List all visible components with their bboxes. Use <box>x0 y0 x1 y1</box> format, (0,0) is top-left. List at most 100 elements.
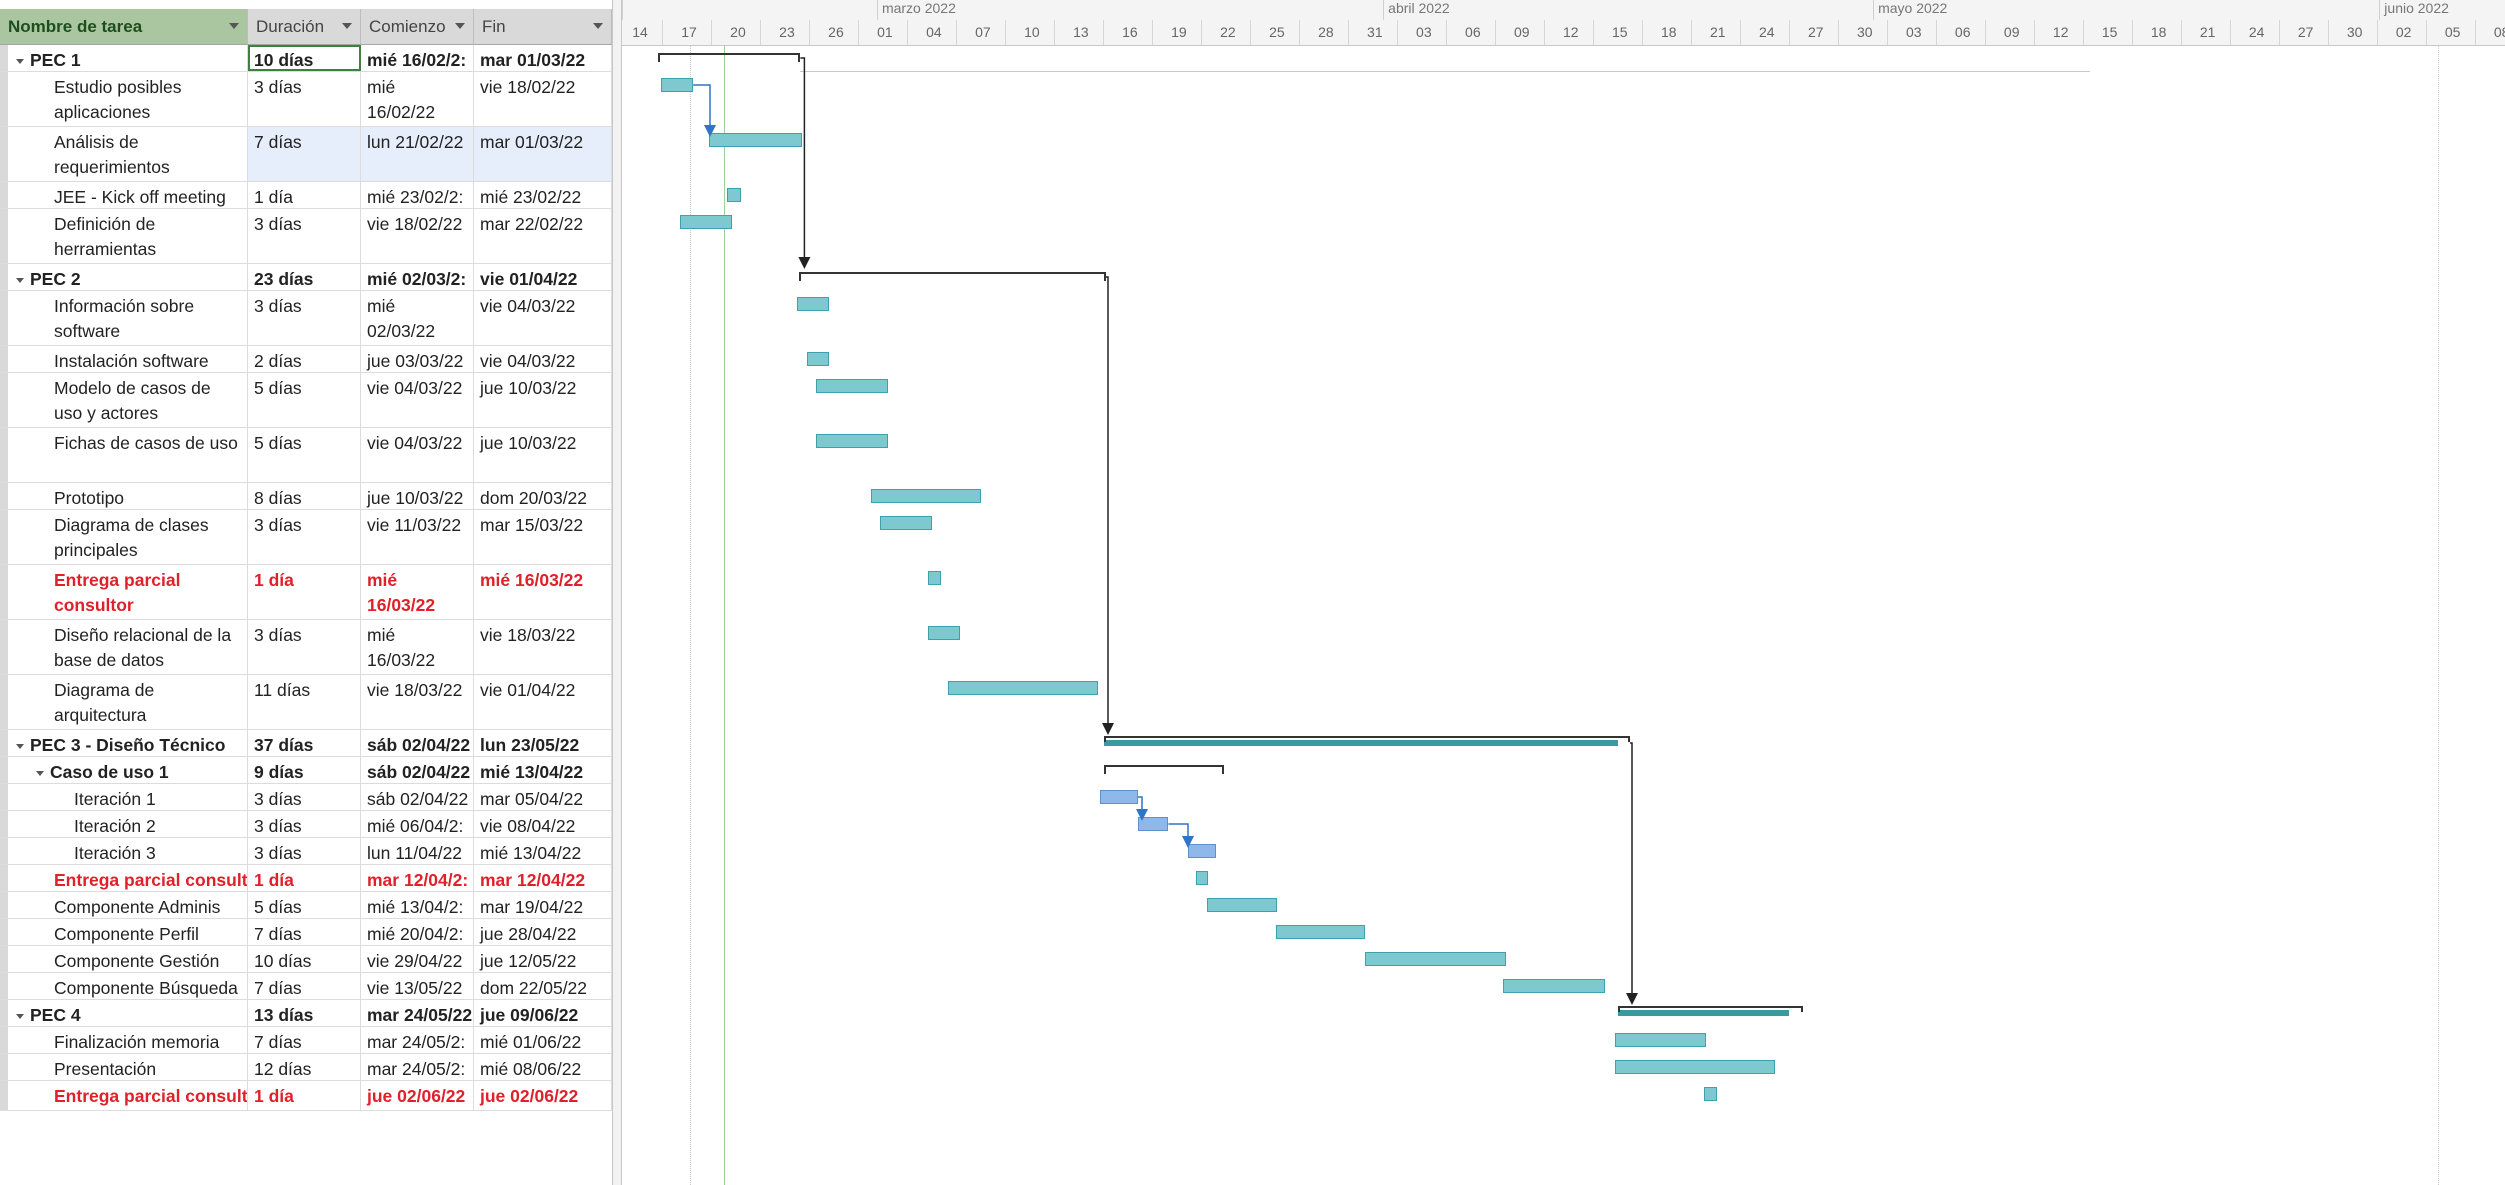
task-row[interactable]: Información sobre software 3 días mié 02/0… <box>0 291 612 346</box>
duration-cell[interactable]: 8 días <box>248 483 361 509</box>
task-name-cell[interactable]: JEE - Kick off meeting <box>8 182 248 208</box>
task-name-cell[interactable]: Modelo de casos de uso y actores <box>8 373 248 427</box>
task-name-cell[interactable]: Análisis de requerimientos <box>8 127 248 181</box>
collapse-triangle-icon[interactable] <box>36 770 44 776</box>
task-row[interactable]: Definición de herramientas 3 días vie 18/0… <box>0 209 612 264</box>
start-cell[interactable]: mié 16/03/22 <box>361 565 474 619</box>
task-name-cell[interactable]: Diseño relacional de la base de datos <box>8 620 248 674</box>
task-name-cell[interactable]: Componente Gestión <box>8 946 248 972</box>
duration-cell[interactable]: 3 días <box>248 838 361 864</box>
start-cell[interactable]: mié 13/04/2: <box>361 892 474 918</box>
duration-cell[interactable]: 9 días <box>248 757 361 783</box>
end-cell[interactable]: jue 28/04/22 <box>474 919 612 945</box>
end-cell[interactable]: vie 18/02/22 <box>474 72 612 126</box>
end-cell[interactable]: mié 08/06/22 <box>474 1054 612 1080</box>
task-row[interactable]: Fichas de casos de uso 5 días vie 04/03/22… <box>0 428 612 483</box>
row-indicator[interactable] <box>0 291 8 345</box>
task-name-cell[interactable]: Entrega parcial consult <box>8 865 248 891</box>
duration-cell[interactable]: 5 días <box>248 892 361 918</box>
duration-cell[interactable]: 10 días <box>248 45 361 71</box>
end-cell[interactable]: vie 01/04/22 <box>474 264 612 290</box>
start-cell[interactable]: mié 23/02/2: <box>361 182 474 208</box>
row-indicator[interactable] <box>0 209 8 263</box>
end-cell[interactable]: vie 04/03/22 <box>474 291 612 345</box>
task-row[interactable]: Componente Búsqueda 7 días vie 13/05/22 dom… <box>0 973 612 1000</box>
end-cell[interactable]: mié 16/03/22 <box>474 565 612 619</box>
task-row[interactable]: Diagrama de arquitectura 11 días vie 18/03… <box>0 675 612 730</box>
task-name-cell[interactable]: Presentación <box>8 1054 248 1080</box>
summary-task-row[interactable]: PEC 3 - Diseño Técnico 37 días sáb 02/04/2… <box>0 730 612 757</box>
start-cell[interactable]: sáb 02/04/22 <box>361 757 474 783</box>
start-cell[interactable]: mié 02/03/2: <box>361 264 474 290</box>
row-indicator[interactable] <box>0 72 8 126</box>
chevron-down-icon[interactable] <box>593 23 603 29</box>
summary-task-row[interactable]: PEC 2 23 días mié 02/03/2: vie 01/04/22 <box>0 264 612 291</box>
start-cell[interactable]: vie 18/03/22 <box>361 675 474 729</box>
task-name-cell[interactable]: Entrega parcial consult <box>8 1081 248 1110</box>
end-cell[interactable]: mar 22/02/22 <box>474 209 612 263</box>
task-name-cell[interactable]: Fichas de casos de uso <box>8 428 248 482</box>
end-cell[interactable]: vie 01/04/22 <box>474 675 612 729</box>
row-indicator[interactable] <box>0 1054 8 1080</box>
duration-cell[interactable]: 3 días <box>248 784 361 810</box>
task-name-cell[interactable]: Componente Búsqueda <box>8 973 248 999</box>
task-row[interactable]: Componente Perfil 7 días mié 20/04/2: jue 2… <box>0 919 612 946</box>
row-indicator[interactable] <box>0 127 8 181</box>
task-row[interactable]: Modelo de casos de uso y actores 5 días vi… <box>0 373 612 428</box>
row-indicator[interactable] <box>0 1027 8 1053</box>
task-name-cell[interactable]: Componente Adminis <box>8 892 248 918</box>
column-header-name[interactable]: Nombre de tarea <box>0 9 248 45</box>
task-name-cell[interactable]: Componente Perfil <box>8 919 248 945</box>
collapse-triangle-icon[interactable] <box>16 58 24 64</box>
duration-cell[interactable]: 23 días <box>248 264 361 290</box>
task-row[interactable]: Prototipo 8 días jue 10/03/22 dom 20/03/22 <box>0 483 612 510</box>
row-indicator[interactable] <box>0 730 8 756</box>
start-cell[interactable]: sáb 02/04/22 <box>361 784 474 810</box>
task-name-cell[interactable]: Instalación software <box>8 346 248 372</box>
start-cell[interactable]: mié 02/03/22 <box>361 291 474 345</box>
task-row[interactable]: Análisis de requerimientos 7 días lun 21/0… <box>0 127 612 182</box>
start-cell[interactable]: mar 12/04/2: <box>361 865 474 891</box>
task-name-cell[interactable]: PEC 4 <box>8 1000 248 1026</box>
task-name-cell[interactable]: Estudio posibles aplicaciones <box>8 72 248 126</box>
task-row[interactable]: Instalación software 2 días jue 03/03/22 vi… <box>0 346 612 373</box>
task-name-cell[interactable]: PEC 3 - Diseño Técnico <box>8 730 248 756</box>
task-row[interactable]: Componente Gestión 10 días vie 29/04/22 jue… <box>0 946 612 973</box>
duration-cell[interactable]: 3 días <box>248 510 361 564</box>
end-cell[interactable]: jue 09/06/22 <box>474 1000 612 1026</box>
row-indicator[interactable] <box>0 946 8 972</box>
row-indicator[interactable] <box>0 892 8 918</box>
duration-cell[interactable]: 1 día <box>248 182 361 208</box>
duration-cell[interactable]: 7 días <box>248 127 361 181</box>
milestone-row[interactable]: Entrega parcial consult 1 día mar 12/04/2:… <box>0 865 612 892</box>
start-cell[interactable]: mié 06/04/2: <box>361 811 474 837</box>
duration-cell[interactable]: 7 días <box>248 1027 361 1053</box>
row-indicator[interactable] <box>0 784 8 810</box>
row-indicator[interactable] <box>0 919 8 945</box>
end-cell[interactable]: mié 13/04/22 <box>474 757 612 783</box>
collapse-triangle-icon[interactable] <box>16 743 24 749</box>
task-name-cell[interactable]: Entrega parcial consultor <box>8 565 248 619</box>
start-cell[interactable]: vie 04/03/22 <box>361 373 474 427</box>
duration-cell[interactable]: 1 día <box>248 1081 361 1110</box>
row-indicator[interactable] <box>0 675 8 729</box>
duration-cell[interactable]: 5 días <box>248 373 361 427</box>
task-row[interactable]: Componente Adminis 5 días mié 13/04/2: mar … <box>0 892 612 919</box>
task-name-cell[interactable]: PEC 1 <box>8 45 248 71</box>
end-cell[interactable]: mar 01/03/22 <box>474 127 612 181</box>
start-cell[interactable]: lun 21/02/22 <box>361 127 474 181</box>
row-indicator[interactable] <box>0 182 8 208</box>
row-indicator[interactable] <box>0 428 8 482</box>
task-row[interactable]: Diseño relacional de la base de datos 3 d… <box>0 620 612 675</box>
duration-cell[interactable]: 10 días <box>248 946 361 972</box>
row-indicator[interactable] <box>0 838 8 864</box>
duration-cell[interactable]: 3 días <box>248 811 361 837</box>
row-indicator[interactable] <box>0 346 8 372</box>
summary-task-row[interactable]: PEC 1 10 días mié 16/02/2: mar 01/03/22 <box>0 45 612 72</box>
end-cell[interactable]: mié 01/06/22 <box>474 1027 612 1053</box>
start-cell[interactable]: jue 02/06/22 <box>361 1081 474 1110</box>
row-indicator[interactable] <box>0 45 8 71</box>
column-header-end[interactable]: Fin <box>474 9 612 45</box>
start-cell[interactable]: mié 20/04/2: <box>361 919 474 945</box>
milestone-row[interactable]: Entrega parcial consultor 1 día mié 16/03/… <box>0 565 612 620</box>
